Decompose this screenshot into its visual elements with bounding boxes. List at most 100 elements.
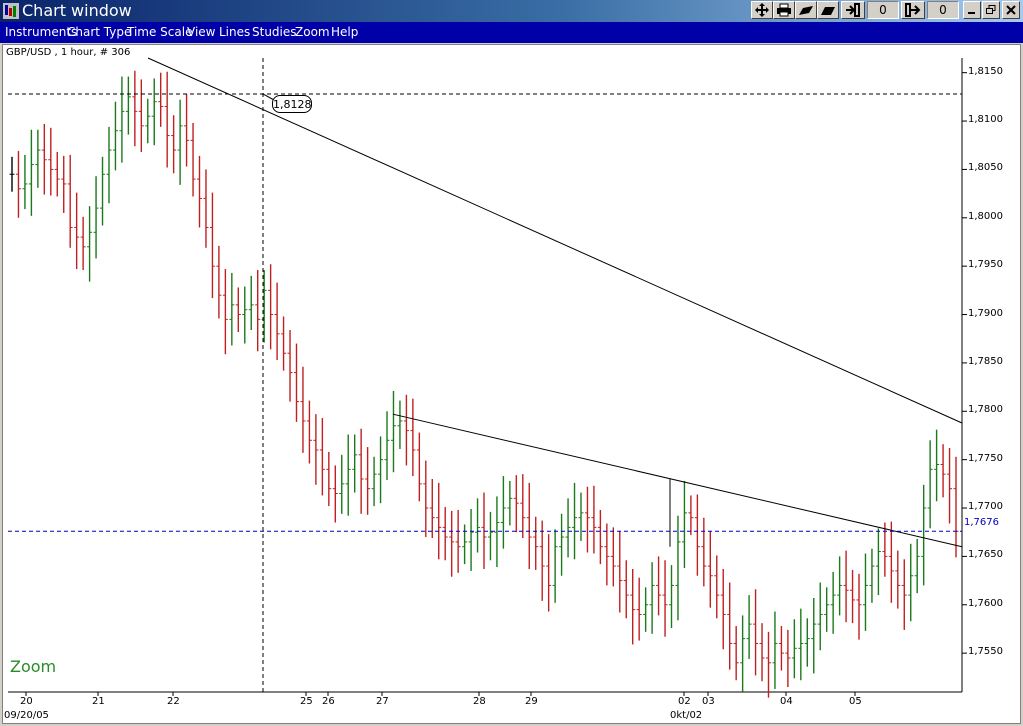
ohlc-bar [242,286,248,344]
y-tick-label: 1,8150 [968,65,1003,77]
ohlc-bar [572,482,578,560]
ohlc-bar [345,434,351,516]
ohlc-bar [216,245,222,319]
ohlc-bar [326,451,332,507]
ohlc-bar [643,587,649,632]
ohlc-bar [48,127,54,196]
ohlc-bar [61,155,67,213]
x-tick-label: 21 [92,696,105,707]
x-tick-label: 02 [678,696,691,707]
ohlc-bar [378,436,384,504]
ohlc-bar [106,126,112,204]
ohlc-bar [882,522,888,577]
ohlc-bar [468,508,474,571]
ohlc-bar [313,414,319,485]
ohlc-bar [449,510,455,577]
ohlc-bar [649,562,655,634]
x-tick-label: 29 [525,696,538,707]
ohlc-bar [565,498,571,558]
ohlc-bar [22,154,28,210]
ohlc-bar [410,398,416,477]
ohlc-bar [591,485,597,554]
ohlc-bar [753,589,759,676]
trend-lines [8,57,963,692]
ohlc-bar [895,550,901,609]
x-tick-label: 03 [702,696,715,707]
ohlc-bar [371,456,377,507]
ohlc-bar [817,582,823,651]
ohlc-bar [403,394,409,466]
ohlc-bar [500,476,506,549]
x-tick-label: 05 [849,696,862,707]
crosshair-value: 1,8128 [272,95,312,113]
ohlc-bar [442,507,448,561]
y-tick-label: 1,7750 [968,452,1003,464]
ohlc-bar [837,556,843,616]
y-tick-label: 1,7800 [968,404,1003,416]
ohlc-bar [843,550,849,623]
ohlc-bar [390,390,396,473]
upper-trend-line [147,57,963,424]
ohlc-bar [255,270,261,352]
y-tick-label: 1,8050 [968,162,1003,174]
ohlc-bar [746,595,752,659]
x-tick-label: 22 [167,696,180,707]
x-tick-label: 20 [20,696,33,707]
ohlc-bar [862,553,868,631]
x-sub-label: 0kt/02 [670,710,703,721]
price-bars [9,70,959,698]
ohlc-bar [785,629,791,687]
ohlc-bar [824,587,830,632]
ohlc-bar [365,447,371,515]
ohlc-bar [759,623,765,682]
ohlc-bar [681,480,687,569]
ohlc-bar [597,509,603,565]
zoom-label[interactable]: Zoom [10,657,56,676]
ohlc-bar [552,529,558,603]
ohlc-bar [869,548,875,603]
ohlc-bar [28,129,34,216]
ohlc-bar [617,531,623,613]
ohlc-bar [222,269,228,355]
chart-header: GBP/USD , 1 hour, # 306 [6,47,131,58]
price-chart[interactable] [0,0,1023,726]
ohlc-bar [184,93,190,167]
ohlc-bar [701,517,707,587]
ohlc-bar [15,151,21,218]
ohlc-bar [190,122,196,197]
ohlc-bar [714,555,720,619]
ohlc-bar [727,582,733,670]
ohlc-bar [656,556,662,616]
ohlc-bar [384,411,390,480]
ohlc-bar [791,619,797,679]
ohlc-bar [772,611,778,689]
ohlc-bar [352,434,358,493]
ohlc-bar [261,270,267,343]
ohlc-bar [93,176,99,259]
ohlc-bar [934,429,940,502]
ohlc-bar [203,169,209,248]
y-tick-label: 1,7650 [968,549,1003,561]
ohlc-bar [132,70,138,147]
ohlc-bar [546,534,552,612]
ohlc-bar [74,192,80,270]
ohlc-bar [339,454,345,514]
x-tick-label: 04 [780,696,793,707]
ohlc-bar [694,494,700,576]
ohlc-bar [235,287,241,332]
ohlc-bar [830,571,836,634]
ohlc-bar [584,486,590,553]
ohlc-bar [268,264,274,350]
ohlc-bar [707,531,713,608]
ohlc-bar [914,538,920,594]
x-tick-label: 28 [473,696,486,707]
x-sub-label: 09/20/05 [4,710,49,721]
ohlc-bar [138,79,144,153]
ohlc-bar [41,123,47,195]
ohlc-bar [811,597,817,674]
ohlc-bar [112,101,118,171]
ohlc-bar [397,400,403,450]
y-tick-label: 1,7700 [968,501,1003,513]
ohlc-bar [927,440,933,529]
ohlc-bar [901,559,907,630]
